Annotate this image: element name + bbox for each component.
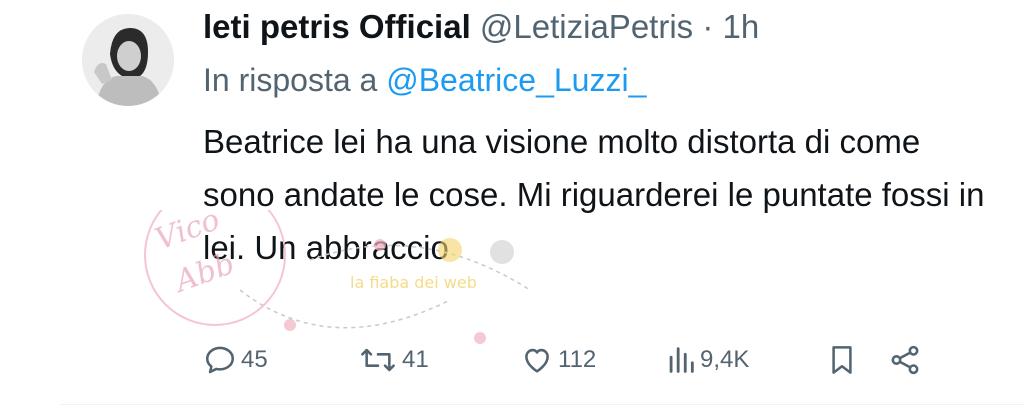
views-button[interactable]: 9,4K: [666, 338, 749, 382]
reply-count: 45: [241, 346, 268, 373]
reply-prefix: In risposta a: [203, 62, 378, 98]
share-button[interactable]: [888, 338, 922, 382]
reply-button[interactable]: 45: [203, 338, 268, 382]
tweet-header: leti petris Official @LetiziaPetris · 1h: [203, 6, 759, 48]
handle[interactable]: @LetiziaPetris: [480, 8, 693, 45]
like-icon: [525, 348, 549, 373]
reply-context: In risposta a @Beatrice_Luzzi_: [203, 60, 646, 100]
share-icon: [891, 345, 919, 375]
avatar[interactable]: [82, 14, 174, 106]
retweet-icon: [361, 348, 395, 372]
views-icon: [669, 347, 694, 373]
separator: ·: [702, 8, 714, 45]
tweet-text: Beatrice lei ha una visione molto distor…: [203, 123, 985, 266]
views-count: 9,4K: [700, 346, 750, 373]
display-name[interactable]: leti petris Official: [203, 8, 471, 45]
bookmark-button[interactable]: [828, 338, 856, 382]
retweet-count: 41: [402, 346, 429, 373]
reply-mention-link[interactable]: @Beatrice_Luzzi_: [386, 62, 646, 98]
like-count: 112: [558, 346, 597, 373]
timestamp[interactable]: 1h: [723, 8, 760, 45]
svg-text:la fiaba dei web: la fiaba dei web: [350, 273, 477, 292]
bookmark-icon: [832, 346, 852, 374]
retweet-button[interactable]: 41: [358, 338, 429, 382]
reply-icon: [205, 346, 235, 374]
avatar-photo: [82, 14, 174, 106]
like-button[interactable]: 112: [520, 338, 596, 382]
divider: [60, 404, 1024, 405]
action-bar: 45 41 112 9,4K: [0, 338, 1024, 382]
